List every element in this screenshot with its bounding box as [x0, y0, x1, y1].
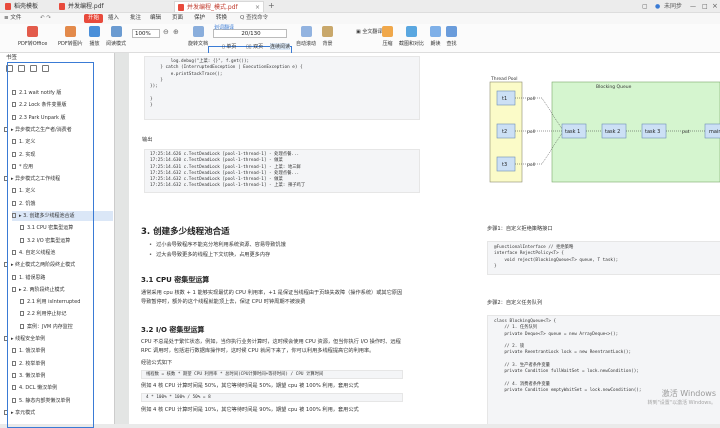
code-line: 17:25:14.632 c.TestDeadLock [pool-1-thre… — [150, 183, 306, 189]
full-translate-button[interactable]: ▣ 全文翻译 — [356, 28, 382, 35]
command-search[interactable]: Q 查找命令 — [240, 13, 268, 24]
play-button[interactable]: 播放 — [89, 26, 100, 47]
thread-label: t1 — [502, 96, 507, 102]
formula-block: 4 * 100% * 100% / 50% = 8 — [141, 393, 403, 402]
code-block-top: log.debug("上菜: {}", f.get()); } catch (I… — [144, 56, 420, 120]
code-line: } — [150, 103, 153, 109]
output-block: 17:25:14.626 c.TestDeadLock [pool-1-thre… — [144, 149, 420, 193]
screenshot-compare-button[interactable]: 截图和对比 — [399, 26, 424, 47]
section-heading-3-1: 3.1 CPU 密集型运算 — [141, 276, 210, 284]
thread-label: t2 — [502, 129, 507, 135]
code-block-step2: class BlockingQueue<T> { // 1. 任务队列 priv… — [487, 315, 720, 424]
account-icon[interactable]: ● — [655, 0, 660, 13]
sidebar-highlight — [7, 62, 94, 428]
double-page-button[interactable]: ▯▯ 双页 — [246, 43, 263, 50]
blocking-queue-label: Blocking Queue — [596, 84, 632, 90]
section-heading-3-2: 3.2 I/O 密集型运算 — [141, 326, 205, 334]
section-heading-3: 3. 创建多少线程池合适 — [141, 227, 230, 237]
maximize-icon[interactable]: □ — [702, 0, 708, 13]
bullet-item: 过大会导致更多的线程上下文切换，占用更多内存 — [149, 251, 270, 258]
scroll-icon — [300, 26, 312, 37]
pdf-to-office-icon — [27, 26, 39, 37]
activation-watermark-sub: 转到"设置"以激活 Windows。 — [647, 400, 716, 406]
code-line: } — [494, 263, 497, 269]
app-icon — [5, 3, 11, 10]
speaker-icon — [430, 26, 441, 37]
paragraph: 导致暂停时，额外的这个线程就能顶上去，保证 CPU 时钟周期不被浪费 — [141, 299, 306, 305]
zoom-in-icon[interactable]: ⊕ — [173, 28, 179, 36]
task-label: task 2 — [605, 129, 620, 135]
pdf-to-image-button[interactable]: PDF转图片 — [58, 26, 83, 47]
pdf-icon — [178, 4, 184, 11]
restore-icon[interactable]: ▢ — [642, 0, 648, 13]
tab-concurrency[interactable]: 并发编程.pdf — [56, 1, 116, 12]
paragraph: CPU 不总是处于繁忙状态，例如，当你执行业务计算时，这时候会使用 CPU 资源… — [141, 339, 401, 345]
thread-pool-label: Thread Pool — [490, 76, 517, 82]
poll-label: poll — [527, 96, 535, 102]
compress-icon — [382, 26, 393, 37]
new-tab-icon[interactable]: + — [268, 0, 275, 12]
zoom-out-icon[interactable]: ⊖ — [163, 28, 169, 36]
bullet-item: 过小会导致程序不能充分地利用系统资源、容易导致饥饿 — [149, 241, 286, 248]
screenshot-icon — [406, 26, 417, 37]
close-tab-icon[interactable]: × — [255, 2, 260, 13]
thread-pool-diagram: Thread Pool Blocking Queue t1 t2 t3 task… — [489, 76, 720, 183]
formula-label: 经验公式如下 — [141, 360, 173, 366]
step-label: 步骤1：自定义拒绝策略接口 — [487, 226, 553, 232]
highlight-translate-link[interactable]: 划词翻译 — [214, 24, 234, 31]
menu-start[interactable]: 开始 — [84, 14, 104, 23]
close-window-icon[interactable]: × — [712, 0, 718, 13]
step-label: 步骤2：自定义任务队列 — [487, 300, 543, 306]
main-label: main — [709, 129, 720, 135]
code-block-step1: @FunctionalInterface // 拒绝策略 interface Re… — [487, 241, 720, 275]
search-icon — [446, 26, 457, 37]
thread-label: t3 — [502, 162, 507, 168]
put-label: put — [682, 129, 690, 135]
menu-protect[interactable]: 保护 — [194, 13, 205, 24]
menu-bar: ≡ 文件 ↶ ↷ 开始 插入 批注 编辑 页面 保护 转换 Q 查找命令 — [0, 13, 720, 24]
output-label: 输出 — [142, 137, 153, 143]
compress-button[interactable]: 压缩 — [382, 26, 393, 47]
image-icon — [64, 26, 76, 37]
single-page-button[interactable]: ▯ 单页 — [222, 43, 236, 50]
paragraph: 例如 4 核 CPU 计算时间是 50%，其它等待时间是 50%，期望 cpu … — [141, 383, 359, 389]
read-aloud-button[interactable]: 朗读 — [430, 26, 441, 47]
rotate-button[interactable]: 旋转文档 — [188, 26, 208, 47]
tab-template[interactable]: 稻壳模板 — [2, 1, 54, 12]
reading-mode-button[interactable]: 阅读模式 — [106, 26, 126, 47]
formula-block: 线程数 = 核数 * 期望 CPU 利用率 * 总时间(CPU计算时间+等待时间… — [141, 370, 403, 379]
rotate-icon — [192, 26, 204, 37]
menu-page[interactable]: 页面 — [172, 13, 183, 24]
background-icon — [322, 26, 333, 37]
task-label: task 1 — [565, 129, 580, 135]
paragraph: RPC 调用时，包括进行数据库操作时，这时候 CPU 就闲下来了，你可以利用多线… — [141, 348, 375, 354]
continuous-reading-button[interactable]: 连续阅读 — [270, 43, 291, 50]
play-icon — [89, 26, 100, 37]
pdf-icon — [59, 3, 65, 10]
background-button[interactable]: 背景 — [322, 26, 333, 47]
menu-edit[interactable]: 编辑 — [150, 13, 161, 24]
zoom-select[interactable]: 100% — [132, 29, 160, 38]
menu-convert[interactable]: 转换 — [216, 13, 227, 24]
poll-label: poll — [527, 129, 535, 135]
menu-annotate[interactable]: 批注 — [130, 13, 141, 24]
bookmark-panel: 书签 2.1 wait notify 版 2.2 Lock 条件变量版 2.3 Pa… — [0, 53, 115, 428]
tab-concurrency-patterns[interactable]: 并发编程_模式.pdf × — [174, 1, 264, 12]
sync-status[interactable]: 未同步 — [664, 0, 682, 13]
book-icon — [110, 26, 122, 37]
pdf-to-office-button[interactable]: PDF转Office — [18, 26, 47, 47]
tab-bar: 稻壳模板 并发编程.pdf 并发编程_模式.pdf × + ▢ ● 未同步 — □… — [0, 0, 720, 13]
task-label: task 3 — [645, 129, 660, 135]
find-button[interactable]: 查找 — [446, 26, 457, 47]
activation-watermark: 激活 Windows — [661, 389, 716, 398]
paragraph: 通常采用 cpu 核数 + 1 能够实现最优的 CPU 利用率，+1 是保证当线… — [141, 290, 403, 296]
ribbon-toolbar: PDF转Office PDF转图片 播放 阅读模式 100% ⊖ ⊕ 旋转文档 … — [0, 24, 720, 62]
undo-icon[interactable]: ↶ ↷ — [40, 13, 51, 24]
paragraph: 例如 4 核 CPU 计算时间是 10%，其它等待时间是 90%，期望 cpu … — [141, 407, 359, 413]
menu-insert[interactable]: 插入 — [108, 13, 119, 24]
poll-label: poll — [527, 162, 535, 168]
auto-scroll-button[interactable]: 自动滚动 — [296, 26, 316, 47]
menu-file[interactable]: ≡ 文件 — [4, 13, 21, 24]
minimize-icon[interactable]: — — [690, 0, 696, 13]
